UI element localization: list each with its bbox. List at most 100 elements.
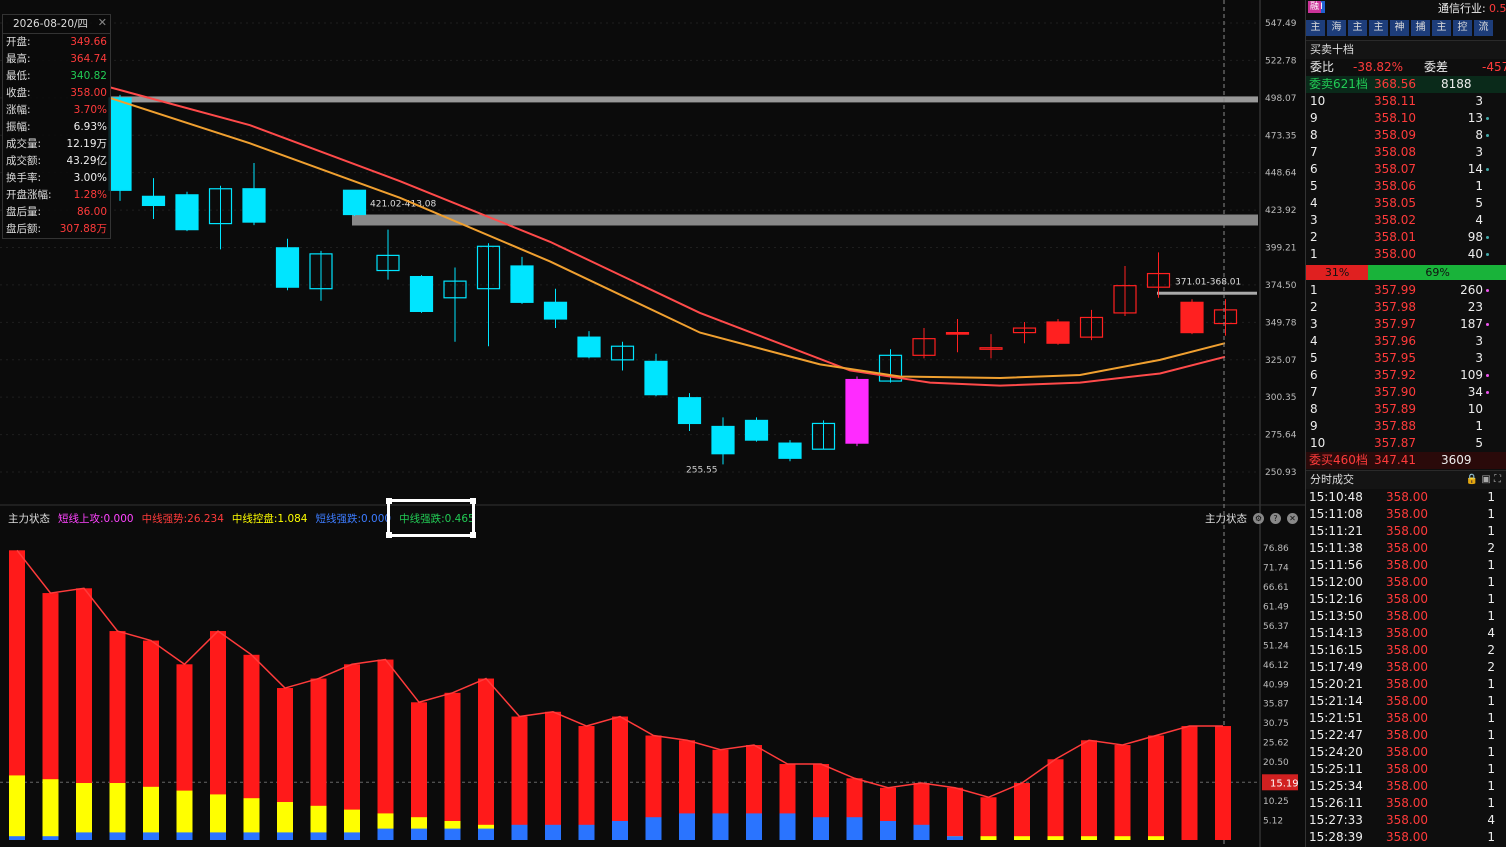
tab-5[interactable]: 捕 — [1411, 20, 1430, 36]
order-level-row[interactable]: 5 358.06 1 — [1306, 178, 1506, 195]
blue-bar — [444, 828, 461, 840]
order-level-row[interactable]: 2 358.01 98 — [1306, 229, 1506, 246]
right-panel: AAHR融 通信行业: 0.51 主海主主神捕主控流 买卖十档 委比 -38.8… — [1305, 0, 1506, 847]
tick-row: 15:24:20 358.00 1 — [1309, 745, 1495, 759]
blue-bar — [545, 824, 561, 840]
help-icon[interactable]: ? — [1270, 513, 1281, 524]
close-icon[interactable]: ✕ — [1287, 513, 1298, 524]
order-level-row[interactable]: 1 357.99 260 — [1306, 282, 1506, 299]
yellow-bar — [1081, 836, 1097, 840]
red-bar — [1014, 783, 1030, 840]
blue-bar — [779, 813, 796, 840]
tab-0[interactable]: 主 — [1306, 20, 1325, 36]
order-level-row[interactable]: 7 358.08 3 — [1306, 144, 1506, 161]
tab-7[interactable]: 控 — [1453, 20, 1472, 36]
yellow-bar — [1014, 836, 1030, 840]
order-level-row[interactable]: 3 357.97 187 — [1306, 316, 1506, 333]
order-level-row[interactable]: 10 357.87 5 — [1306, 435, 1506, 452]
info-row: 振幅: 6.93% — [6, 121, 107, 133]
order-level-row[interactable]: 10 358.11 3 — [1306, 93, 1506, 110]
red-bar — [947, 787, 963, 840]
price-tick: 423.92 — [1265, 206, 1297, 216]
tick-row: 15:13:50 358.00 1 — [1309, 609, 1495, 623]
indicator-item[interactable]: 短线上攻:0.000 — [58, 511, 134, 526]
order-level-row[interactable]: 9 358.10 13 — [1306, 110, 1506, 127]
price-tick: 498.07 — [1265, 94, 1297, 104]
indicator-right-title: 主力状态 — [1205, 513, 1247, 525]
kline-chart[interactable]: 547.49 522.78 498.07 473.35 448.64 423.92 399.… — [0, 0, 1305, 847]
yellow-bar — [1148, 836, 1164, 840]
blue-bar — [310, 832, 327, 840]
candle — [175, 194, 199, 231]
blue-bar — [76, 832, 92, 840]
tick-row: 15:11:21 358.00 1 — [1309, 524, 1495, 538]
zone-label: 421.02-413.08 — [370, 200, 437, 210]
tab-2[interactable]: 主 — [1348, 20, 1367, 36]
order-level-row[interactable]: 6 358.07 14 — [1306, 161, 1506, 178]
candle — [945, 332, 970, 335]
info-row: 盘后额: 307.88万 — [6, 223, 107, 235]
tick-row: 15:25:34 358.00 1 — [1309, 779, 1495, 793]
candle — [778, 442, 802, 459]
candle — [141, 195, 166, 207]
indicator-item[interactable]: 短线强跌:0.000 — [316, 511, 392, 526]
industry-label: 通信行业: — [1438, 2, 1486, 15]
price-tick: 473.35 — [1265, 131, 1297, 141]
order-level-row[interactable]: 8 358.09 8 — [1306, 127, 1506, 144]
order-level-row[interactable]: 2 357.98 23 — [1306, 299, 1506, 316]
candle — [510, 265, 534, 303]
blue-bar — [913, 824, 930, 840]
indicator-tick: 66.61 — [1263, 583, 1289, 593]
order-level-row[interactable]: 3 358.02 4 — [1306, 212, 1506, 229]
low-label: 255.55 — [686, 465, 718, 475]
yellow-bar — [42, 779, 59, 840]
close-icon[interactable]: ✕ — [98, 16, 107, 29]
red-bar — [1047, 759, 1064, 840]
tab-3[interactable]: 主 — [1369, 20, 1388, 36]
blue-bar — [478, 828, 494, 840]
indicator-tick: 51.24 — [1263, 641, 1289, 651]
order-level-row[interactable]: 5 357.95 3 — [1306, 350, 1506, 367]
tab-1[interactable]: 海 — [1327, 20, 1346, 36]
blue-bar — [880, 821, 896, 840]
badge[interactable]: 融 — [1308, 1, 1322, 13]
resistance-band-top — [110, 96, 1258, 103]
blue-bar — [243, 832, 260, 840]
tab-4[interactable]: 神 — [1390, 20, 1409, 36]
blue-bar — [511, 824, 528, 840]
tick-row: 15:28:39 358.00 1 — [1309, 830, 1495, 844]
gear-icon[interactable]: ⚙ — [1253, 513, 1264, 524]
order-level-row[interactable]: 4 358.05 5 — [1306, 195, 1506, 212]
ohlc-info-box: 2026-08-20/四 ✕ 开盘: 349.66 最高: 364.74 最低: 340.… — [2, 14, 111, 239]
blue-bar — [645, 817, 662, 840]
red-bar — [478, 678, 494, 840]
indicator-item[interactable]: 中线控盘:1.084 — [232, 511, 308, 526]
indicator-item[interactable]: 中线强势:26.234 — [142, 511, 224, 526]
order-level-row[interactable]: 7 357.90 34 — [1306, 384, 1506, 401]
info-row: 最低: 340.82 — [6, 70, 107, 82]
lock-icon[interactable]: 🔒 ▣ ⛶ — [1466, 471, 1501, 489]
tick-row: 15:26:11 358.00 1 — [1309, 796, 1495, 810]
order-level-row[interactable]: 4 357.96 3 — [1306, 333, 1506, 350]
candle — [577, 336, 601, 358]
red-bar — [444, 692, 461, 840]
red-bar — [578, 726, 595, 840]
tick-row: 15:11:56 358.00 1 — [1309, 558, 1495, 572]
order-level-row[interactable]: 1 358.00 40 — [1306, 246, 1506, 263]
buy-total-row: 委买460档 347.41 3609 — [1306, 452, 1506, 469]
red-bar — [1148, 735, 1164, 840]
order-level-row[interactable]: 6 357.92 109 — [1306, 367, 1506, 384]
order-level-row[interactable]: 9 357.88 1 — [1306, 418, 1506, 435]
chart-area[interactable]: 547.49 522.78 498.07 473.35 448.64 423.92 399.… — [0, 0, 1305, 847]
candle — [644, 360, 668, 396]
info-row: 最高: 364.74 — [6, 53, 107, 65]
selection-box[interactable] — [386, 498, 476, 538]
tick-row: 15:12:00 358.00 1 — [1309, 575, 1495, 589]
tab-8[interactable]: 流 — [1474, 20, 1493, 36]
blue-bar — [42, 836, 59, 840]
tab-6[interactable]: 主 — [1432, 20, 1451, 36]
blue-bar — [846, 817, 863, 840]
blue-bar — [411, 828, 427, 840]
candle — [543, 301, 568, 320]
order-level-row[interactable]: 8 357.89 10 — [1306, 401, 1506, 418]
